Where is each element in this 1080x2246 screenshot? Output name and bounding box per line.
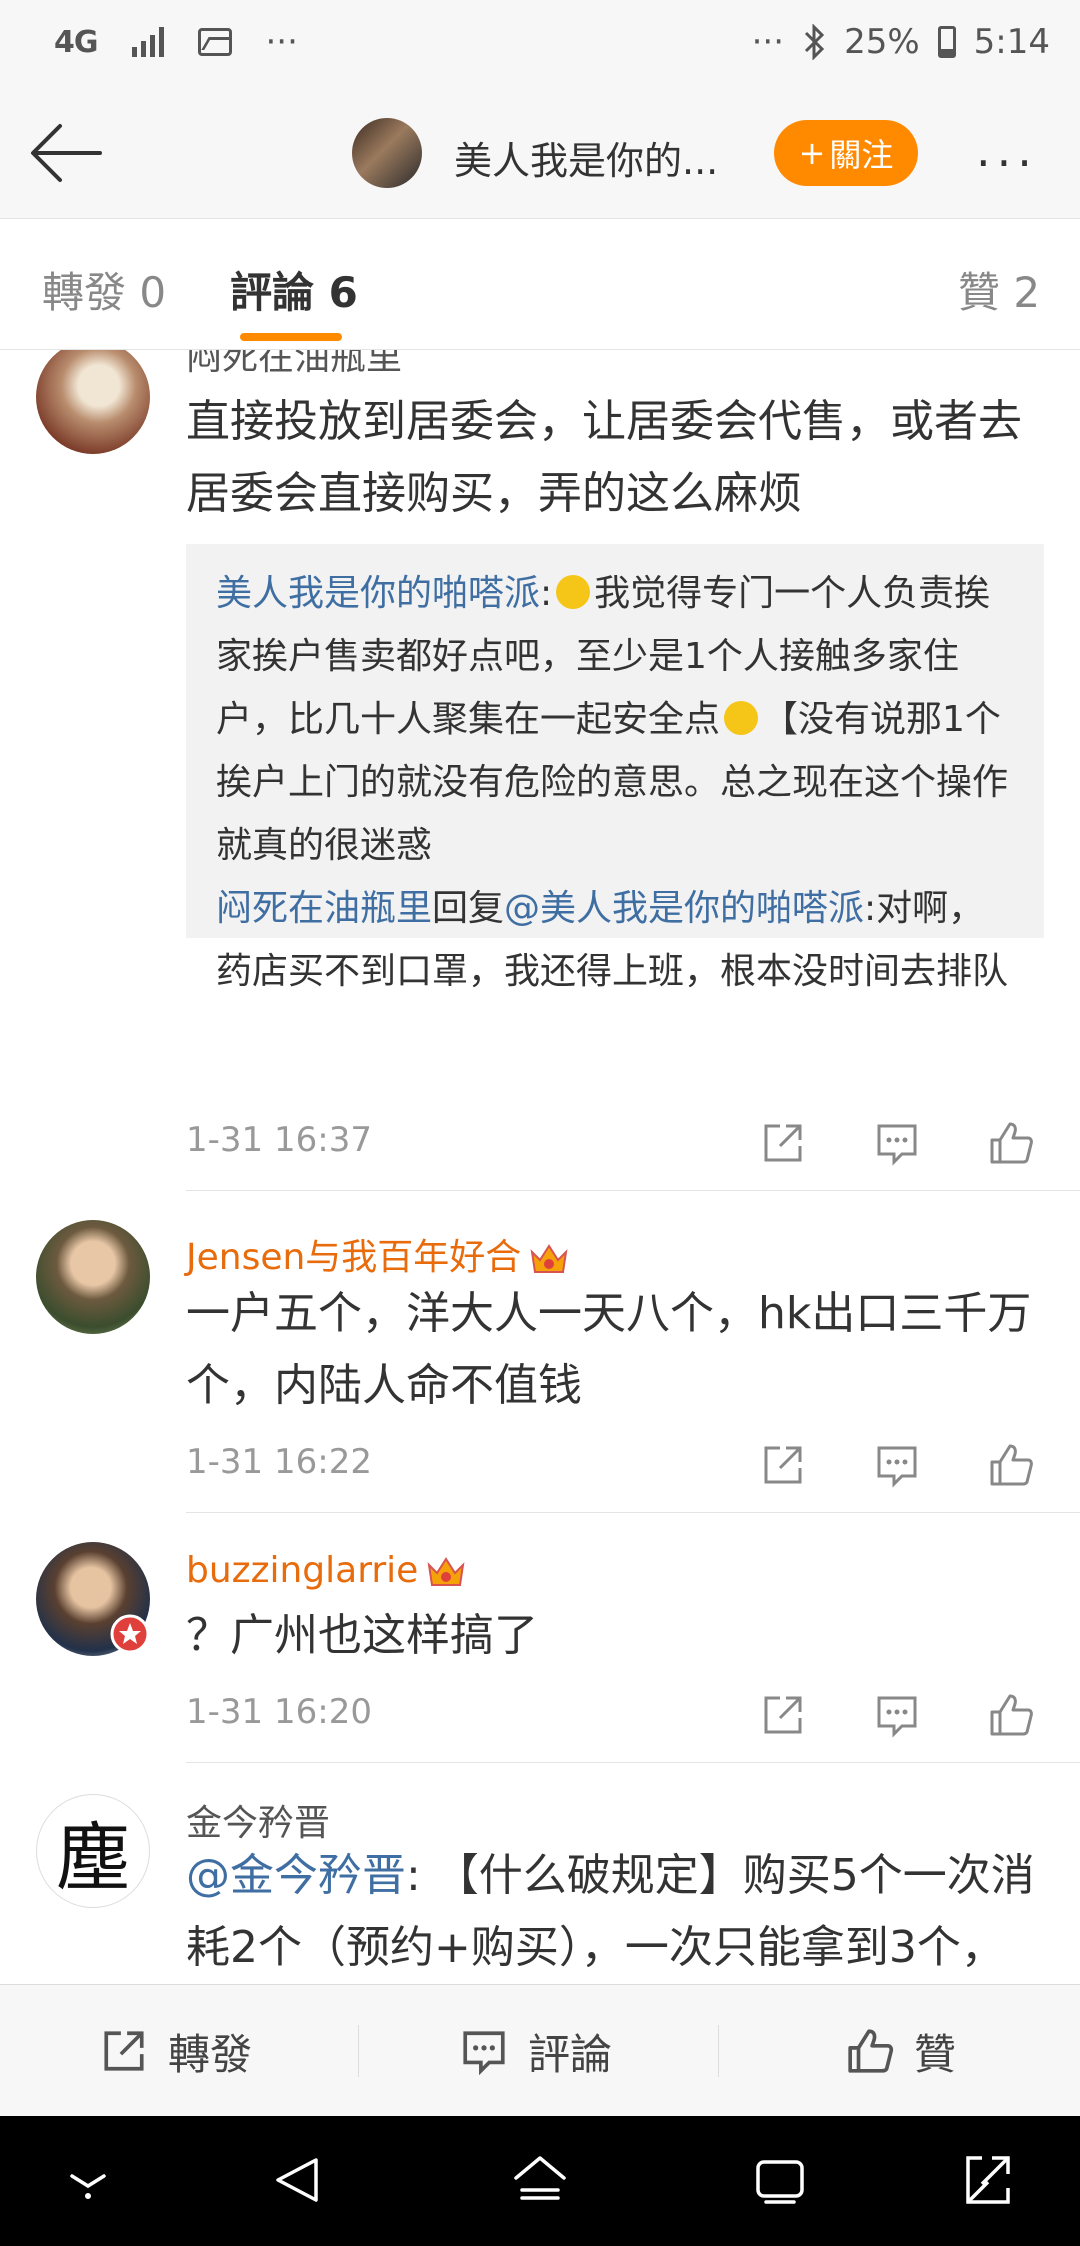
like-icon bbox=[848, 2029, 894, 2073]
comment-actions bbox=[760, 1120, 1050, 1172]
plus-icon: + bbox=[798, 134, 826, 172]
repost-label: 轉發 bbox=[168, 2029, 253, 2079]
avatar[interactable] bbox=[36, 1220, 150, 1334]
repost-button[interactable]: 轉發 bbox=[100, 1985, 252, 2117]
active-tab-indicator bbox=[240, 333, 342, 341]
divider bbox=[186, 1762, 1080, 1763]
separator bbox=[718, 2025, 719, 2077]
share-icon[interactable] bbox=[760, 1692, 806, 1738]
share-icon[interactable] bbox=[760, 1120, 806, 1166]
avatar[interactable]: 塵 bbox=[36, 1794, 150, 1908]
like-icon[interactable] bbox=[988, 1692, 1034, 1738]
more-options-button[interactable]: ··· bbox=[976, 136, 1038, 190]
battery-percent: 25% bbox=[844, 22, 920, 62]
separator bbox=[358, 2025, 359, 2077]
follow-button[interactable]: + 關注 bbox=[774, 120, 918, 186]
comment-icon bbox=[463, 2031, 505, 2075]
nav-bar: 美人我是你的... + 關注 ··· bbox=[0, 90, 1080, 218]
comment-icon[interactable] bbox=[874, 1442, 920, 1488]
comment-text: 一户五个，洋大人一天八个，hk出口三千万个，内陆人命不值钱 bbox=[186, 1288, 1032, 1411]
like-icon[interactable] bbox=[988, 1120, 1034, 1166]
comment-actions bbox=[760, 1442, 1050, 1494]
recent-apps-icon[interactable] bbox=[752, 2152, 808, 2208]
comment-label: 評論 bbox=[528, 2029, 613, 2079]
comment-text: @金今矜晋: 【什么破规定】购买5个一次消耗2个（预约+购买），一次只能拿到3个… bbox=[186, 1850, 1035, 1973]
tab-likes[interactable]: 贊 2 bbox=[958, 259, 1040, 320]
comment-actions bbox=[760, 1692, 1050, 1744]
follow-label: 關注 bbox=[829, 136, 894, 174]
comment-time: 1-31 16:22 bbox=[186, 1442, 372, 1482]
verified-badge-icon bbox=[110, 1614, 150, 1654]
battery-icon bbox=[937, 26, 956, 58]
comment-time: 1-31 16:20 bbox=[186, 1692, 372, 1732]
laughing-emoji-icon bbox=[556, 575, 591, 609]
like-button[interactable]: 贊 bbox=[846, 1985, 956, 2117]
comment-mention[interactable]: @金今矜晋 bbox=[186, 1850, 406, 1901]
comment-list: 闷死在油瓶里 直接投放到居委会，让居委会代售，或者去居委会直接购买，弄的这么麻烦… bbox=[0, 350, 1080, 1984]
share-icon bbox=[104, 2031, 144, 2071]
bottom-action-bar: 轉發 評論 贊 bbox=[0, 1984, 1080, 2116]
hide-keyboard-icon[interactable] bbox=[66, 2152, 110, 2208]
more-notifications-icon: ··· bbox=[265, 22, 298, 62]
like-label: 贊 bbox=[914, 2029, 957, 2079]
more-status-icon: ··· bbox=[751, 22, 785, 62]
comment-button[interactable]: 評論 bbox=[460, 1985, 612, 2117]
comment-username[interactable]: Jensen与我百年好合 bbox=[186, 1228, 569, 1280]
comment-username[interactable]: 闷死在油瓶里 bbox=[186, 350, 402, 380]
tab-bar: 轉發 0 評論 6 贊 2 bbox=[0, 218, 1080, 350]
comment-icon[interactable] bbox=[874, 1120, 920, 1166]
comment-username[interactable]: buzzinglarrie bbox=[186, 1550, 466, 1591]
network-type: 4G bbox=[54, 24, 98, 60]
like-icon[interactable] bbox=[988, 1442, 1034, 1488]
clock: 5:14 bbox=[973, 22, 1050, 62]
comment-text: 直接投放到居委会，让居委会代售，或者去居委会直接购买，弄的这么麻烦 bbox=[186, 396, 1022, 519]
vip-crown-icon bbox=[530, 1244, 568, 1273]
reply-author[interactable]: 美人我是你的啪嗒派 bbox=[216, 573, 540, 614]
image-notification-icon bbox=[197, 28, 232, 56]
bluetooth-icon bbox=[805, 24, 825, 60]
reply-thread[interactable]: 美人我是你的啪嗒派: 我觉得专门一个人负责挨家挨户售卖都好点吧，至少是1个人接触多… bbox=[186, 544, 1044, 992]
signal-icon bbox=[131, 27, 164, 57]
comment-icon[interactable] bbox=[874, 1692, 920, 1738]
back-nav-icon[interactable] bbox=[270, 2152, 326, 2208]
share-icon[interactable] bbox=[760, 1442, 806, 1488]
comment-username[interactable]: 金今矜晋 bbox=[186, 1794, 330, 1846]
comment-text: ？广州也这样搞了 bbox=[186, 1610, 538, 1661]
divider bbox=[186, 1190, 1080, 1191]
laughing-emoji-icon bbox=[724, 701, 759, 735]
reply-username[interactable]: 闷死在油瓶里 bbox=[216, 888, 432, 929]
tab-reposts[interactable]: 轉發 0 bbox=[42, 259, 166, 320]
reply-mention[interactable]: @美人我是你的啪嗒派 bbox=[504, 888, 864, 929]
divider bbox=[186, 1512, 1080, 1513]
author-avatar[interactable] bbox=[352, 118, 422, 188]
system-navigation-bar bbox=[0, 2116, 1080, 2246]
page-title[interactable]: 美人我是你的... bbox=[454, 130, 718, 185]
home-nav-icon[interactable] bbox=[510, 2152, 570, 2208]
comment-time: 1-31 16:37 bbox=[186, 1120, 372, 1160]
avatar[interactable] bbox=[36, 350, 150, 454]
back-button[interactable] bbox=[28, 120, 104, 186]
tab-comments[interactable]: 評論 6 bbox=[230, 259, 358, 320]
back-arrow-icon bbox=[31, 124, 102, 182]
vip-crown-icon bbox=[427, 1557, 465, 1586]
status-bar: 4G ··· ··· 25% 5:14 bbox=[0, 0, 1080, 90]
expand-screen-icon[interactable] bbox=[962, 2152, 1014, 2208]
